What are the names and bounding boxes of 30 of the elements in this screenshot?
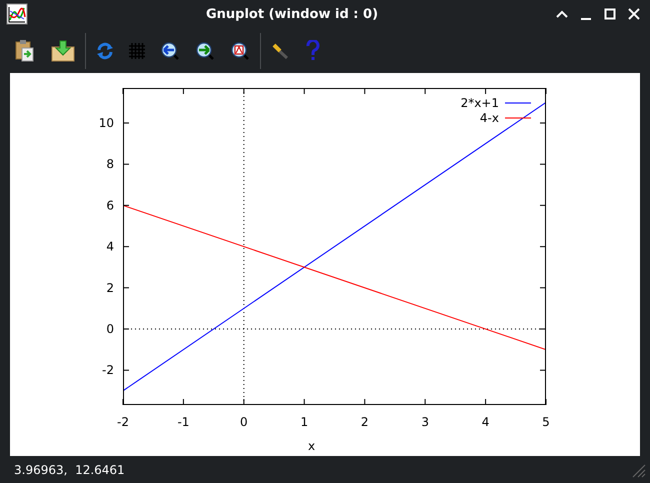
status-text: 3.96963, 12.6461	[14, 462, 126, 476]
y-tick-label: 6	[106, 198, 114, 212]
resize-grip-icon[interactable]	[630, 462, 646, 478]
x-tick-label: -2	[117, 415, 129, 429]
x-tick-label: 0	[240, 415, 248, 429]
x-axis-label: x	[308, 439, 316, 453]
chevron-up-icon[interactable]	[556, 10, 568, 18]
x-tick-label: 1	[300, 415, 308, 429]
wrench-icon[interactable]	[271, 40, 291, 60]
maximize-icon[interactable]	[604, 8, 616, 20]
y-tick-label: 4	[106, 240, 114, 254]
clipboard-icon[interactable]	[14, 38, 36, 62]
refresh-icon[interactable]	[96, 42, 114, 60]
x-tick-label: 5	[542, 415, 550, 429]
folder-icon[interactable]	[51, 40, 75, 62]
window-title: Gnuplot (window id : 0)	[204, 6, 380, 22]
x-tick-label: -1	[177, 415, 190, 429]
app-icon[interactable]	[6, 3, 28, 25]
y-tick-label: -2	[102, 363, 114, 378]
close-icon[interactable]	[628, 8, 640, 20]
y-tick-label: 0	[106, 322, 114, 336]
x-tick-label: 4	[482, 415, 490, 429]
x-tick-label: 3	[421, 415, 429, 429]
x-tick-label: 2	[360, 415, 369, 429]
y-tick-label: 10	[98, 116, 114, 130]
y-tick-label: 8	[106, 157, 114, 172]
legend-label: 2*x+1	[460, 96, 499, 110]
y-tick-label: 2	[106, 280, 114, 295]
legend-label: 4-x	[480, 111, 499, 125]
magnifier-chart-icon[interactable]	[230, 40, 250, 60]
